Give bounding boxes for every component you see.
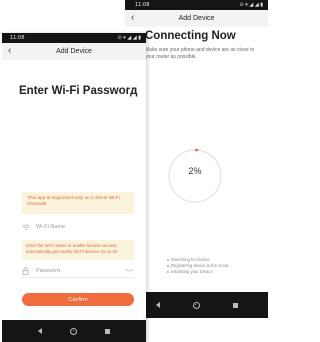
nav-recents-icon[interactable] [232, 302, 238, 308]
progress-ring [167, 148, 223, 204]
step-item: Initializing your Device [167, 269, 228, 275]
progress-percent: 2% [188, 166, 202, 176]
status-time: 11:08 [135, 2, 150, 8]
connecting-screen: 11:08 ⊙ ▾ ◢ ◢ ▮ ‹ Add Device Connecting … [125, 0, 268, 318]
band-note: This app is supported only on 2.4GHz Wi-… [22, 192, 134, 214]
title-bar: ‹ Add Device [125, 10, 268, 27]
step-list: Searching for Device Registering device … [167, 257, 228, 275]
step-label: Initializing your Device [171, 269, 213, 274]
status-icons: ⊙ ▾ ◢ ◢ ▮ [239, 2, 264, 8]
nav-bar [2, 320, 146, 342]
wifi-icon [22, 224, 32, 231]
bullet-icon [167, 258, 169, 261]
progress-ring-track [168, 149, 222, 203]
connecting-heading: Connecting Now [145, 30, 236, 42]
step-label: Searching for Device [171, 257, 210, 262]
status-bar: 11:08 ⊙ ▾ ◢ ◢ ▮ [125, 0, 268, 10]
back-arrow-icon[interactable]: ‹ [8, 45, 11, 56]
eye-closed-icon[interactable] [125, 268, 134, 273]
wifi-name-field[interactable]: Wi-Fi Name [22, 221, 134, 233]
title-bar: ‹ Add Device [2, 43, 146, 60]
status-time: 11:08 [10, 35, 25, 41]
nav-home-icon[interactable] [192, 301, 200, 309]
status-icons: ⊙ ▾ ◢ ◢ ▮ [117, 35, 142, 41]
nav-home-icon[interactable] [70, 327, 77, 335]
location-warning[interactable]: Enter the Wi-Fi name or enable location … [22, 240, 134, 260]
bullet-icon [167, 270, 169, 273]
step-label: Registering device to the cloud [171, 263, 229, 268]
nav-back-icon[interactable] [38, 328, 42, 334]
password-field[interactable]: Password [22, 264, 134, 278]
confirm-button[interactable]: Confirm [22, 293, 134, 306]
wifi-password-screen: 11:08 ⊙ ▾ ◢ ◢ ▮ ‹ Add Device Enter Wi-Fi… [2, 33, 146, 342]
page-title: Add Device [56, 48, 92, 55]
wifi-name-placeholder: Wi-Fi Name [36, 224, 66, 230]
nav-back-icon[interactable] [155, 302, 160, 308]
bullet-icon [167, 264, 169, 267]
password-placeholder: Password [36, 267, 61, 274]
status-bar: 11:08 ⊙ ▾ ◢ ◢ ▮ [2, 33, 146, 43]
nav-recents-icon[interactable] [105, 328, 110, 334]
back-arrow-icon[interactable]: ‹ [131, 12, 134, 23]
nav-bar [125, 292, 268, 318]
wifi-heading: Enter Wi-Fi Passworд [19, 85, 138, 97]
lock-icon [22, 266, 32, 275]
connecting-subtitle: Make sure your phone and device are as c… [145, 47, 255, 60]
page-title: Add Device [178, 15, 215, 22]
